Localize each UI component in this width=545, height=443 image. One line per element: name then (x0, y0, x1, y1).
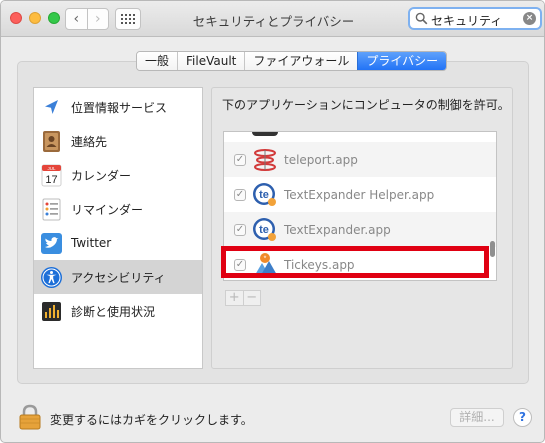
svg-text:17: 17 (45, 174, 57, 186)
search-field[interactable]: セキュリティ × (408, 7, 542, 30)
calendar-icon: JUL 17 (41, 164, 62, 186)
partial-app-icon (252, 132, 278, 136)
app-row-textexpander: ✓ te TextExpander.app (224, 212, 496, 247)
remove-app-button[interactable]: − (242, 291, 261, 305)
sidebar-item-label: 連絡先 (71, 134, 108, 149)
tab-general[interactable]: 一般 (137, 52, 178, 70)
twitter-bird-icon (41, 232, 62, 254)
preferences-window: ‹ › セキュリティとプライバシー セキュリティ × 一般 FileVault … (0, 0, 545, 443)
tab-bar: 一般 FileVault ファイアウォール プライバシー (136, 51, 448, 71)
app-checkbox[interactable]: ✓ (234, 153, 246, 166)
location-arrow-icon (45, 99, 58, 114)
sidebar-item-label: 位置情報サービス (71, 100, 168, 115)
sidebar-item-label: カレンダー (71, 168, 132, 183)
accessibility-icon (41, 266, 62, 288)
sidebar-item-contacts[interactable]: 連絡先 (34, 124, 202, 158)
search-input[interactable]: セキュリティ (431, 12, 502, 29)
pane-caption: 下のアプリケーションにコンピュータの制御を許可。 (222, 98, 510, 112)
add-app-button[interactable]: + (226, 291, 243, 305)
svg-text:te: te (259, 189, 269, 201)
diagnostics-icon (42, 301, 61, 321)
textexpander-icon: te (253, 182, 276, 206)
help-button[interactable]: ? (513, 408, 532, 427)
sidebar-item-diagnostics[interactable]: 診断と使用状況 (34, 294, 202, 328)
add-remove-control: + − (225, 290, 261, 306)
teleport-icon (254, 148, 276, 171)
titlebar: ‹ › セキュリティとプライバシー セキュリティ × (1, 1, 544, 37)
tab-filevault[interactable]: FileVault (177, 52, 245, 70)
app-checkbox[interactable]: ✓ (234, 223, 246, 236)
app-label: TextExpander.app (284, 222, 391, 237)
reminders-icon (42, 198, 61, 220)
app-row-teleport: ✓ teleport.app (224, 142, 496, 177)
lock-instruction: 変更するにはカギをクリックします。 (50, 413, 253, 427)
search-icon (415, 12, 428, 25)
sidebar-item-reminders[interactable]: リマインダー (34, 192, 202, 226)
clear-search-icon[interactable]: × (523, 12, 536, 25)
app-checkbox[interactable]: ✓ (234, 188, 246, 201)
svg-text:te: te (259, 224, 269, 236)
sidebar-item-location[interactable]: 位置情報サービス (34, 90, 202, 124)
sidebar-item-calendar[interactable]: JUL 17 カレンダー (34, 158, 202, 192)
app-list-scrollbar[interactable] (490, 241, 495, 257)
sidebar-item-twitter[interactable]: Twitter (34, 226, 202, 260)
privacy-category-list: 位置情報サービス 連絡先 JUL 17 カレンダー リマインダー Twitter… (33, 87, 203, 369)
svg-text:JUL: JUL (47, 166, 55, 171)
sidebar-item-label: 診断と使用状況 (71, 304, 156, 319)
app-label: TextExpander Helper.app (284, 187, 435, 202)
contacts-book-icon (43, 130, 60, 152)
tab-privacy[interactable]: プライバシー (357, 52, 447, 70)
sidebar-item-label: アクセシビリティ (71, 270, 166, 285)
app-row-textexpander-helper: ✓ te TextExpander Helper.app (224, 177, 496, 212)
lock-icon[interactable] (19, 404, 41, 430)
sidebar-item-label: Twitter (71, 236, 112, 250)
highlight-annotation-box (221, 246, 489, 278)
textexpander-icon: te (253, 217, 276, 241)
tab-firewall[interactable]: ファイアウォール (244, 52, 358, 70)
advanced-button[interactable]: 詳細... (450, 408, 504, 427)
sidebar-item-accessibility[interactable]: アクセシビリティ (34, 260, 202, 294)
app-label: teleport.app (284, 152, 358, 167)
sidebar-item-label: リマインダー (71, 202, 144, 217)
